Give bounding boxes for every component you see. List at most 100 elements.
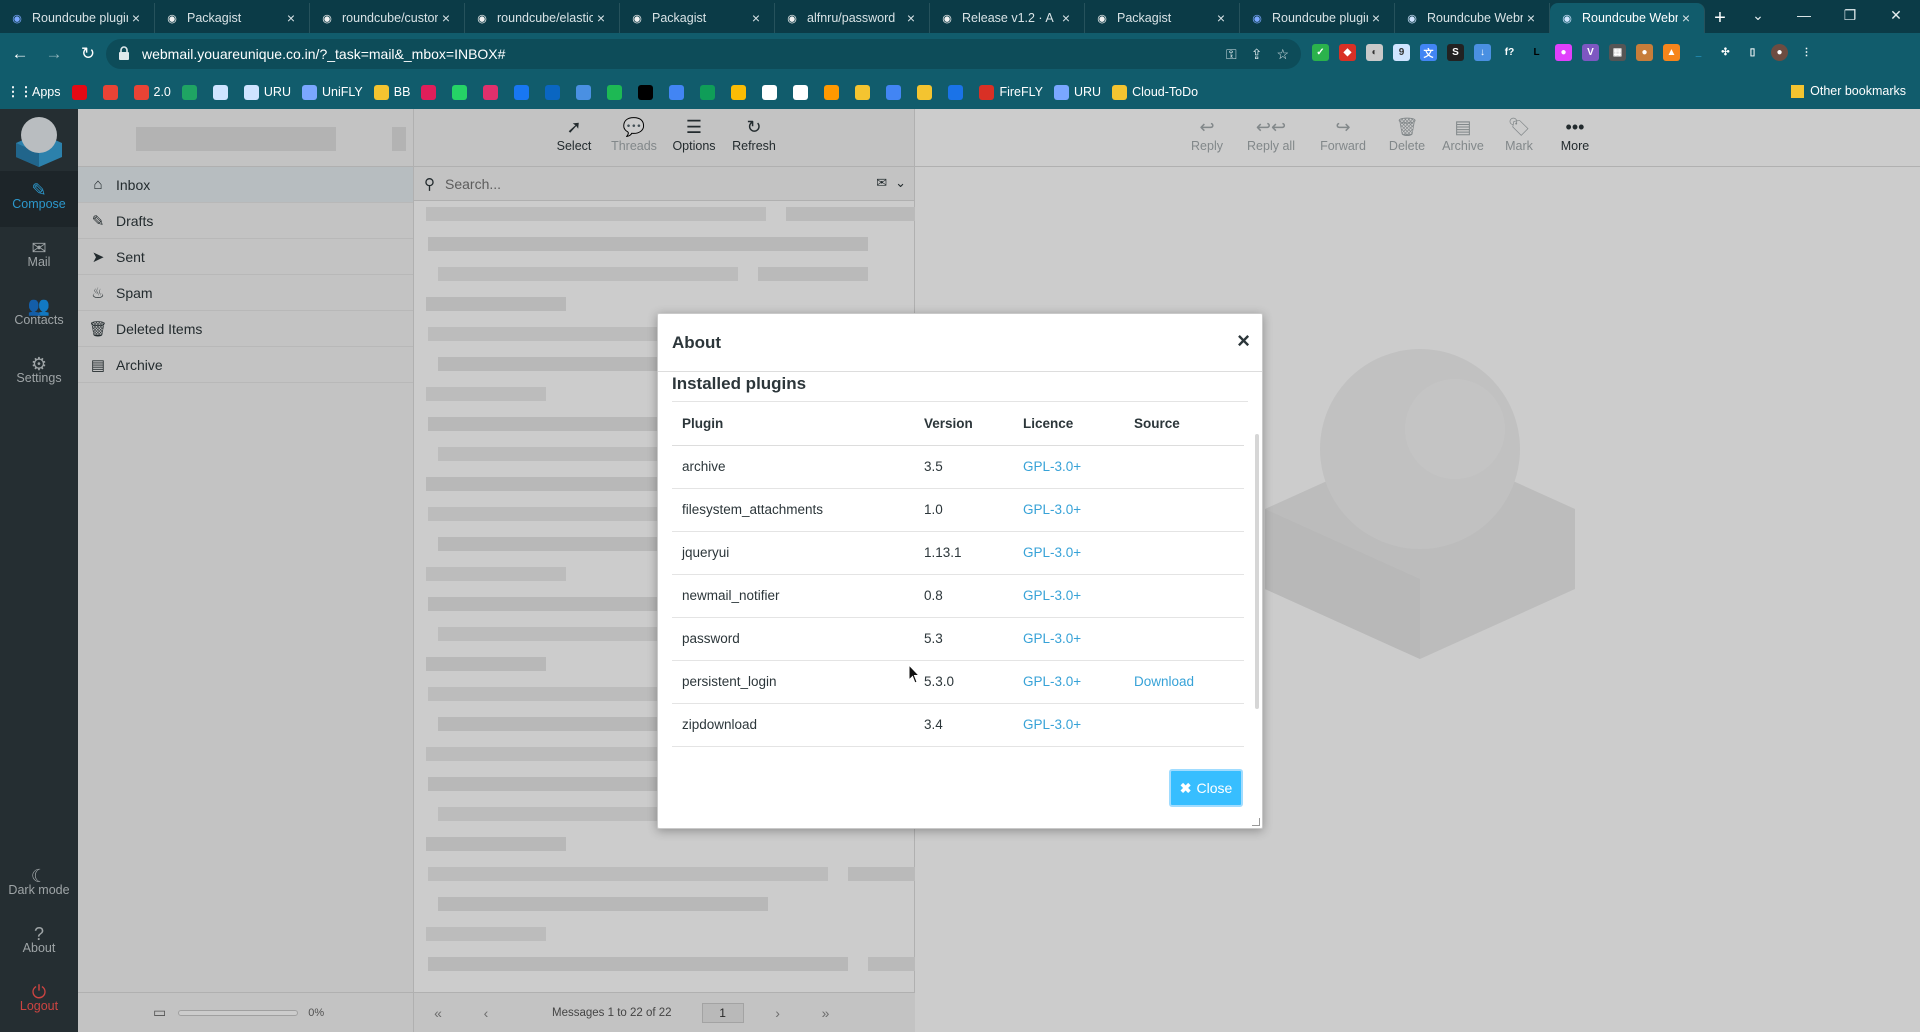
ext-v-icon[interactable]: V <box>1582 44 1599 61</box>
browser-tab[interactable]: ◉ alfnru/password × <box>775 3 930 33</box>
bookmark-item[interactable]: UniFLY <box>301 84 363 100</box>
bookmark-item[interactable] <box>483 84 503 100</box>
licence-link[interactable]: GPL-3.0+ <box>1023 717 1081 732</box>
ext-line-icon[interactable]: _ <box>1690 44 1707 61</box>
bookmark-item[interactable] <box>948 84 968 100</box>
browser-tab[interactable]: ◉ Release v1.2 · A × <box>930 3 1085 33</box>
licence-link[interactable]: GPL-3.0+ <box>1023 459 1081 474</box>
bookmark-item[interactable] <box>762 84 782 100</box>
browser-tab[interactable]: ◉ Packagist × <box>1085 3 1240 33</box>
licence-link[interactable]: GPL-3.0+ <box>1023 545 1081 560</box>
other-bookmarks-label: Other bookmarks <box>1810 84 1906 98</box>
ext-fx-icon[interactable]: f? <box>1501 44 1518 61</box>
tab-close-icon[interactable]: × <box>903 10 919 26</box>
forward-icon[interactable]: → <box>40 40 68 68</box>
bookmark-item[interactable] <box>102 84 123 100</box>
tab-close-icon[interactable]: × <box>1058 10 1074 26</box>
bookmark-item[interactable] <box>514 84 534 100</box>
menu-dots-icon[interactable]: ⋮ <box>1798 44 1815 61</box>
browser-tab[interactable]: ◉ Packagist × <box>155 3 310 33</box>
licence-link[interactable]: GPL-3.0+ <box>1023 674 1081 689</box>
bookmark-item[interactable] <box>886 84 906 100</box>
ext-download-icon[interactable]: ↓ <box>1474 44 1491 61</box>
ext-grid-icon[interactable]: ▦ <box>1609 44 1626 61</box>
dialog-scrollbar[interactable] <box>1255 434 1259 709</box>
bookmark-item[interactable]: URU <box>1053 84 1101 100</box>
bookmark-item[interactable] <box>917 84 937 100</box>
ext-red-icon[interactable]: ◆ <box>1339 44 1356 61</box>
tab-close-icon[interactable]: × <box>128 10 144 26</box>
bookmark-item[interactable] <box>793 84 813 100</box>
chevron-down-icon[interactable]: ⌄ <box>1735 0 1781 30</box>
tab-close-icon[interactable]: × <box>283 10 299 26</box>
plugin-name: archive <box>672 445 914 489</box>
browser-tab[interactable]: ◉ Roundcube Webmail× <box>1550 3 1705 33</box>
bookmark-item[interactable] <box>607 84 627 100</box>
tab-close-icon[interactable]: × <box>1678 10 1694 26</box>
bookmark-item[interactable]: URU <box>243 84 291 100</box>
window-close-icon[interactable]: ✕ <box>1873 0 1919 30</box>
browser-tab[interactable]: ◉ Roundcube Webmail× <box>1395 3 1550 33</box>
shield-ext-icon[interactable]: ✓ <box>1312 44 1329 61</box>
bookmark-item[interactable]: Cloud-ToDo <box>1112 84 1198 100</box>
close-button[interactable]: ✖ Close <box>1169 769 1243 807</box>
bookmark-item[interactable] <box>421 84 441 100</box>
tab-close-icon[interactable]: × <box>1368 10 1384 26</box>
ext-s-icon[interactable]: S <box>1447 44 1464 61</box>
tab-close-icon[interactable]: × <box>1523 10 1539 26</box>
minimize-icon[interactable]: — <box>1781 0 1827 30</box>
dialog-title: About <box>672 332 722 352</box>
bookmark-item[interactable] <box>576 84 596 100</box>
bookmark-item[interactable]: FireFLY <box>979 84 1043 100</box>
bookmark-item[interactable] <box>855 84 875 100</box>
tab-close-icon[interactable]: × <box>593 10 609 26</box>
new-tab-icon[interactable]: + <box>1705 3 1735 33</box>
bookmark-item[interactable] <box>212 84 233 100</box>
avatar-icon[interactable]: ● <box>1771 44 1788 61</box>
close-icon[interactable]: × <box>1237 330 1250 352</box>
bookmark-item[interactable] <box>545 84 565 100</box>
tab-close-icon[interactable]: × <box>748 10 764 26</box>
ext-circle-icon[interactable]: ◐ <box>1366 44 1383 61</box>
url-omnibox[interactable]: webmail.youareunique.co.in/?_task=mail&_… <box>106 39 1301 69</box>
share-icon[interactable]: ⇪ <box>1251 46 1263 63</box>
ext-roundcube-icon[interactable]: 9 <box>1393 44 1410 61</box>
ext-cookie-icon[interactable]: ● <box>1636 44 1653 61</box>
bookmark-item[interactable]: BB <box>373 84 410 100</box>
back-icon[interactable]: ← <box>6 40 34 68</box>
bookmark-item[interactable] <box>638 84 658 100</box>
tab-close-icon[interactable]: × <box>438 10 454 26</box>
browser-tab[interactable]: ◉ Roundcube plugins× <box>1240 3 1395 33</box>
translate-icon <box>886 84 902 100</box>
resize-handle[interactable] <box>1252 818 1260 826</box>
tab-close-icon[interactable]: × <box>1213 10 1229 26</box>
browser-tab[interactable]: ◉ Roundcube plugins× <box>0 3 155 33</box>
ext-translate-icon[interactable]: 文 <box>1420 44 1437 61</box>
ext-l-icon[interactable]: L <box>1528 44 1545 61</box>
star-icon[interactable]: ☆ <box>1276 46 1289 63</box>
ext-fox-icon[interactable]: ▲ <box>1663 44 1680 61</box>
ext-pink-icon[interactable]: ● <box>1555 44 1572 61</box>
other-bookmarks[interactable]: Other bookmarks <box>1791 84 1906 98</box>
bookmark-item[interactable] <box>452 84 472 100</box>
bookmark-item[interactable] <box>181 84 202 100</box>
sidepanel-icon[interactable]: ▯ <box>1744 44 1761 61</box>
licence-link[interactable]: GPL-3.0+ <box>1023 631 1081 646</box>
bookmark-item[interactable] <box>71 84 92 100</box>
browser-tab[interactable]: ◉ roundcube/custom × <box>310 3 465 33</box>
browser-tab[interactable]: ◉ Packagist × <box>620 3 775 33</box>
bookmark-item[interactable]: ⋮⋮ Apps <box>7 84 61 100</box>
licence-link[interactable]: GPL-3.0+ <box>1023 588 1081 603</box>
key-icon[interactable]: ⚿ <box>1226 46 1237 63</box>
bookmark-item[interactable] <box>731 84 751 100</box>
puzzle-icon[interactable]: ✣ <box>1717 44 1734 61</box>
bookmark-item[interactable] <box>824 84 844 100</box>
licence-link[interactable]: GPL-3.0+ <box>1023 502 1081 517</box>
browser-tab[interactable]: ◉ roundcube/elastic × <box>465 3 620 33</box>
reload-icon[interactable]: ↻ <box>74 40 102 68</box>
bookmark-item[interactable] <box>669 84 689 100</box>
source-download-link[interactable]: Download <box>1134 674 1194 689</box>
restore-icon[interactable]: ❐ <box>1827 0 1873 30</box>
bookmark-item[interactable] <box>700 84 720 100</box>
bookmark-item[interactable]: 2.0 <box>133 84 171 100</box>
